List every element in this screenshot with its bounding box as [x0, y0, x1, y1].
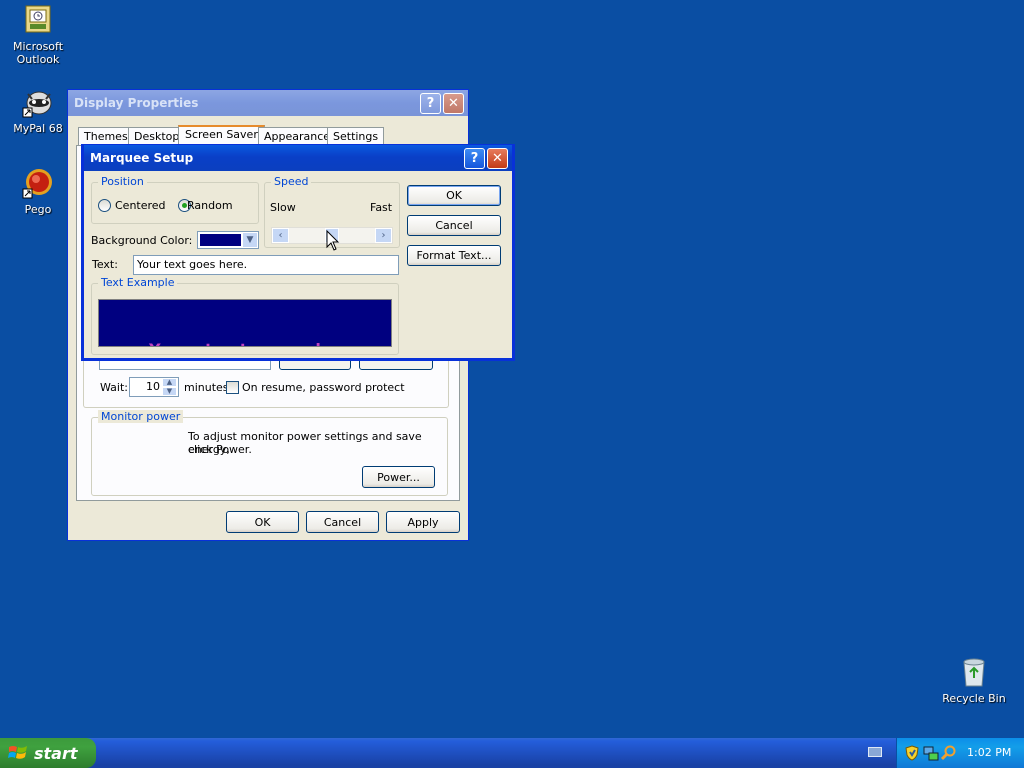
tab-label: Screen Saver	[185, 128, 258, 141]
tab-screen-saver[interactable]: Screen Saver	[178, 125, 265, 145]
close-button[interactable]: ✕	[443, 92, 464, 114]
tab-strip: Themes Desktop Screen Saver Appearance S…	[78, 125, 458, 145]
wait-stepper-down[interactable]: ▼	[162, 387, 177, 396]
network-icon[interactable]	[923, 745, 939, 761]
cancel-button[interactable]: Cancel	[306, 511, 379, 533]
centered-radio[interactable]	[98, 199, 111, 212]
button-label: Cancel	[323, 515, 362, 529]
tab-label: Themes	[84, 130, 128, 143]
ok-button[interactable]: OK	[226, 511, 299, 533]
help-button[interactable]: ?	[464, 147, 485, 169]
text-label: Text:	[92, 258, 118, 271]
centered-label: Centered	[115, 199, 166, 212]
help-button[interactable]: ?	[420, 92, 441, 114]
button-label: Cancel	[435, 219, 473, 232]
clock: 1:02 PM	[967, 746, 1012, 759]
monitor-power-text-2: click Power.	[188, 443, 252, 456]
marquee-text-input[interactable]: Your text goes here.	[133, 255, 399, 275]
pego-icon	[22, 167, 54, 199]
slow-label: Slow	[270, 201, 296, 214]
mouse-cursor-icon	[326, 230, 340, 251]
background-color-label: Background Color:	[91, 234, 193, 247]
tab-label: Desktop	[134, 130, 180, 143]
search-icon[interactable]	[941, 745, 957, 761]
tab-themes[interactable]: Themes	[78, 127, 134, 145]
taskbar: start 1:02 PM	[0, 738, 1024, 768]
window-title: Marquee Setup	[90, 151, 194, 165]
scroll-right-arrow[interactable]: ›	[375, 228, 392, 243]
tab-settings[interactable]: Settings	[327, 127, 385, 145]
start-label: start	[34, 743, 78, 763]
desktop-icon-label: Microsoft Outlook	[12, 40, 64, 66]
button-label: OK	[254, 515, 271, 529]
password-protect-label: On resume, password protect	[242, 381, 405, 394]
security-shield-icon[interactable]	[905, 745, 919, 761]
desktop-icon-mypal[interactable]: MyPal 68	[0, 86, 76, 135]
button-label: Apply	[407, 515, 439, 529]
wait-stepper-up[interactable]: ▲	[162, 378, 177, 387]
apply-button[interactable]: Apply	[386, 511, 460, 533]
speed-title: Speed	[271, 175, 312, 188]
desktop-icon-recycle-bin[interactable]: Recycle Bin	[936, 656, 1012, 705]
marquee-text-value: Your text goes here.	[137, 258, 248, 271]
button-label: OK	[446, 189, 462, 202]
keyboard-icon[interactable]	[868, 747, 882, 757]
tab-label: Settings	[333, 130, 379, 143]
password-protect-checkbox[interactable]	[226, 381, 239, 394]
tab-desktop[interactable]: Desktop	[128, 127, 186, 145]
fast-label: Fast	[370, 201, 393, 214]
marquee-setup-window: Marquee Setup ? ✕ Position Centered Rand…	[81, 144, 515, 361]
window-title: Display Properties	[74, 96, 199, 110]
wait-label: Wait:	[100, 381, 128, 394]
cancel-button[interactable]: Cancel	[407, 215, 501, 236]
system-tray: 1:02 PM	[896, 738, 1024, 768]
windows-logo-icon	[8, 746, 27, 759]
background-color-dropdown[interactable]: ▼	[197, 231, 259, 249]
power-button[interactable]: Power...	[362, 466, 435, 488]
background-color-swatch	[200, 234, 241, 246]
recycle-bin-icon	[958, 656, 990, 688]
position-title: Position	[98, 175, 147, 188]
desktop-icon-label: Recycle Bin	[942, 692, 1006, 705]
wait-value: 10	[146, 380, 160, 393]
chevron-down-icon[interactable]: ▼	[242, 232, 258, 248]
button-label: Power...	[377, 470, 420, 484]
random-label: Random	[187, 199, 233, 212]
scroll-left-arrow[interactable]: ‹	[272, 228, 289, 243]
desktop-icon-pego[interactable]: Pego	[0, 167, 76, 216]
start-button[interactable]: start	[0, 738, 96, 768]
tab-appearance[interactable]: Appearance	[258, 127, 337, 145]
outlook-icon	[22, 4, 54, 36]
text-example-title: Text Example	[98, 276, 178, 289]
tab-label: Appearance	[264, 130, 331, 143]
marquee-preview-text: Your text goes here.	[149, 340, 372, 346]
desktop-icon-label: Pego	[24, 203, 52, 216]
monitor-power-title: Monitor power	[98, 410, 184, 423]
desktop-icon-label: MyPal 68	[13, 122, 63, 135]
format-text-button[interactable]: Format Text...	[407, 245, 501, 266]
close-button[interactable]: ✕	[487, 147, 508, 169]
text-example-preview: Your text goes here.	[98, 299, 392, 347]
mypal-icon	[22, 86, 54, 118]
ok-button[interactable]: OK	[407, 185, 501, 206]
minutes-label: minutes	[184, 381, 229, 394]
display-properties-titlebar[interactable]: Display Properties ? ✕	[68, 90, 468, 116]
marquee-setup-titlebar[interactable]: Marquee Setup ? ✕	[84, 145, 512, 171]
desktop-icon-outlook[interactable]: Microsoft Outlook	[0, 4, 76, 66]
button-label: Format Text...	[416, 249, 492, 262]
